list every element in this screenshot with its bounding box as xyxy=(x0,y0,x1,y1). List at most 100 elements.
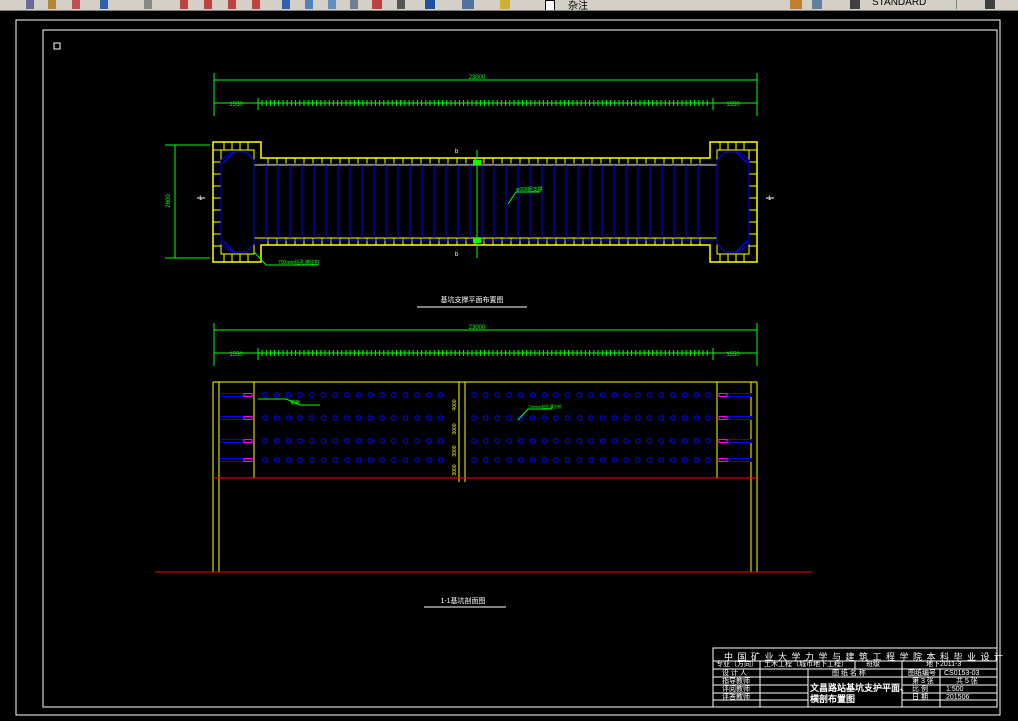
anchor-head-left xyxy=(243,439,253,443)
strut-end xyxy=(576,438,583,444)
strut-end xyxy=(262,457,268,463)
drawing-svg: 23000 1550 1550 2800 b b 1 1 φ609钢支撑 700… xyxy=(15,19,1001,716)
redo-icon[interactable] xyxy=(144,0,152,9)
strut-end xyxy=(494,392,501,398)
strut-end xyxy=(611,438,618,444)
calculator-icon[interactable] xyxy=(397,0,405,9)
strut-end xyxy=(599,438,606,444)
strut-end xyxy=(705,392,711,398)
strut-end xyxy=(332,438,339,444)
layer-manager-icon[interactable] xyxy=(462,0,474,9)
strut-end xyxy=(623,415,629,421)
strut-end xyxy=(494,457,501,463)
undo-icon[interactable] xyxy=(100,0,108,9)
section-strut-ends xyxy=(262,392,711,463)
strut-end xyxy=(588,457,594,463)
strut-end xyxy=(576,415,583,421)
edit-icon[interactable] xyxy=(72,0,80,9)
properties-icon[interactable] xyxy=(282,0,290,9)
tool-palette-icon[interactable] xyxy=(328,0,336,9)
section-anchors xyxy=(220,393,752,462)
plan-left-well xyxy=(220,151,255,253)
text-style-icon[interactable] xyxy=(850,0,860,9)
markup-icon[interactable] xyxy=(372,0,382,9)
strut-end xyxy=(635,438,641,444)
plan-dimension-ticks xyxy=(261,100,708,106)
section-anchor-note: 锚索 xyxy=(290,399,300,406)
strut-end xyxy=(426,415,432,421)
strut-end xyxy=(705,438,711,444)
strut-end xyxy=(635,457,641,463)
strut-end xyxy=(414,415,420,421)
strut-end xyxy=(646,392,653,398)
section-walls xyxy=(212,381,758,572)
sheet-set-icon[interactable] xyxy=(350,0,358,9)
strut-end xyxy=(426,457,432,463)
help-icon[interactable] xyxy=(425,0,435,9)
anchor-head-left xyxy=(243,393,253,397)
strut-end xyxy=(355,438,362,444)
style-dropdown[interactable]: STANDARD xyxy=(872,0,926,8)
section-overall-dimension: 23000 xyxy=(469,325,486,331)
draw-order-icon[interactable] xyxy=(26,0,34,9)
strut-end xyxy=(332,457,339,463)
strut-end xyxy=(541,438,548,444)
model-space-canvas[interactable]: 23000 1550 1550 2800 b b 1 1 φ609钢支撑 700… xyxy=(0,11,1018,717)
strut-end xyxy=(693,457,700,463)
strut-end xyxy=(285,415,292,421)
strut-end xyxy=(635,392,641,398)
row-dimension-text: 3000 xyxy=(452,464,458,475)
strut-end xyxy=(426,392,432,398)
anchor-left xyxy=(220,458,244,462)
strut-end xyxy=(576,392,583,398)
zoom-realtime-icon[interactable] xyxy=(204,0,212,9)
dim-style-icon[interactable] xyxy=(985,0,995,9)
design-center-icon[interactable] xyxy=(305,0,313,9)
plan-section-mark-bottom: b xyxy=(455,252,459,258)
strut-end xyxy=(588,438,594,444)
strut-end xyxy=(285,438,292,444)
strut-end xyxy=(553,392,559,398)
strut-end xyxy=(273,457,280,463)
layer-state-icon[interactable] xyxy=(500,0,510,9)
layer-dropdown[interactable]: 杂注 xyxy=(568,0,588,10)
make-current-icon[interactable] xyxy=(790,0,802,9)
plan-right-well xyxy=(716,151,750,253)
layer-previous-icon[interactable] xyxy=(812,0,822,9)
strut-end xyxy=(670,415,676,421)
row-dimension-text: 4000 xyxy=(452,399,458,410)
strut-end xyxy=(681,457,688,463)
strut-end xyxy=(309,438,315,444)
row-dimension-text: 3000 xyxy=(452,423,458,434)
strut-end xyxy=(529,392,536,398)
dropdown-arrow-icon[interactable] xyxy=(956,0,967,9)
plan-strut-leader xyxy=(507,191,540,205)
strut-end xyxy=(658,392,665,398)
strut-end xyxy=(309,415,315,421)
strut-end xyxy=(553,415,559,421)
strut-end xyxy=(390,457,397,463)
strut-end xyxy=(670,457,676,463)
zoom-previous-icon[interactable] xyxy=(252,0,260,9)
anchor-left xyxy=(220,439,244,443)
strut-end xyxy=(518,438,524,444)
ucs-marker xyxy=(53,42,61,50)
strut-end xyxy=(693,415,700,421)
strut-end xyxy=(646,457,653,463)
strut-end xyxy=(344,415,350,421)
strut-end xyxy=(273,438,280,444)
pan-icon[interactable] xyxy=(180,0,188,9)
strut-end xyxy=(367,415,374,421)
strut-end xyxy=(297,392,303,398)
strut-end xyxy=(564,415,571,421)
zoom-window-icon[interactable] xyxy=(228,0,236,9)
anchor-head-right xyxy=(718,393,728,397)
open-file-icon[interactable] xyxy=(48,0,56,9)
plan-caption: 基坑支撑平面布置图 xyxy=(441,295,504,304)
strut-end xyxy=(494,415,501,421)
section-dimension-ticks xyxy=(261,350,708,356)
strut-end xyxy=(320,415,327,421)
strut-end xyxy=(506,392,512,398)
strut-end xyxy=(379,438,385,444)
section-right-dimension: 1550 xyxy=(726,352,740,358)
